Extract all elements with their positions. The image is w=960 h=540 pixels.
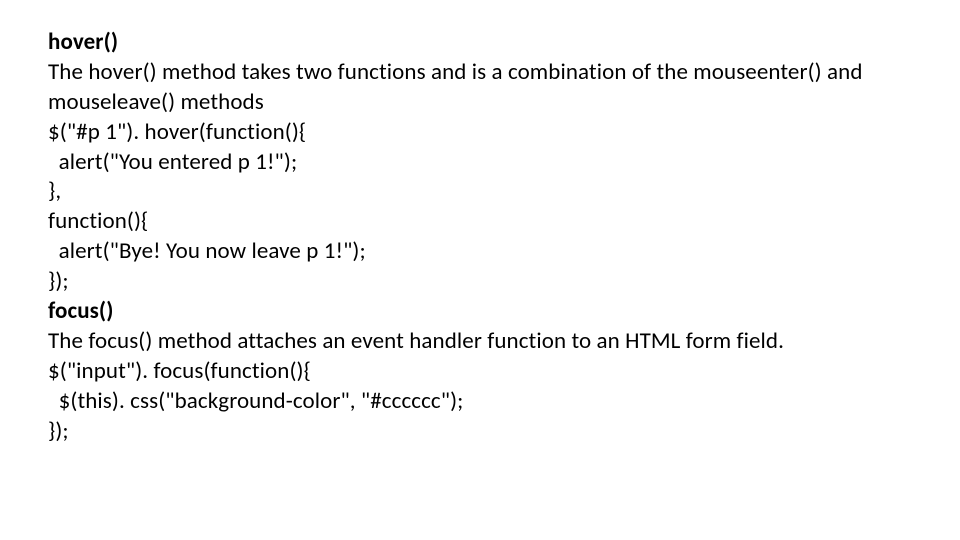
focus-description: The focus() method attaches an event han…: [48, 327, 912, 357]
hover-description: The hover() method takes two functions a…: [48, 58, 912, 118]
hover-code: $("#p 1"). hover(function(){ alert("You …: [48, 118, 912, 297]
heading-hover: hover(): [48, 28, 912, 58]
heading-focus: focus(): [48, 297, 912, 327]
slide: hover() The hover() method takes two fun…: [0, 0, 960, 540]
focus-code: $("input"). focus(function(){ $(this). c…: [48, 357, 912, 447]
